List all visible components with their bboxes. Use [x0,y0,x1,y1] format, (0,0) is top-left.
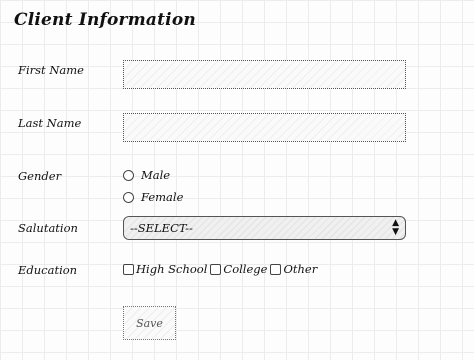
other-checkbox[interactable] [270,263,282,275]
high-school-checkbox[interactable] [123,263,134,275]
female-radio-label: Female [141,190,184,204]
female-radio[interactable] [123,191,134,203]
salutation-select[interactable]: --SELECT-- ▲ ▼ [123,216,406,240]
select-arrows-icon: ▲ ▼ [392,218,399,237]
first-name-input[interactable] [123,60,406,89]
salutation-label: Salutation [18,221,78,235]
last-name-input[interactable] [123,113,406,142]
male-radio-label: Male [141,168,171,182]
other-label: Other [283,262,318,276]
last-name-label: Last Name [18,116,82,130]
salutation-selected-value: --SELECT-- [130,221,193,235]
education-option-high-school[interactable]: High School [123,262,207,276]
education-options: High School College Other [123,262,320,276]
education-label: Education [18,263,78,277]
college-label: College [223,262,268,276]
high-school-label: High School [136,262,208,276]
gender-option-female[interactable]: Female [123,190,183,204]
first-name-label: First Name [18,63,84,77]
save-button[interactable]: Save [123,306,176,340]
form-title: Client Information [14,10,196,30]
college-checkbox[interactable] [210,263,222,275]
education-option-other[interactable]: Other [270,262,317,276]
male-radio[interactable] [123,169,134,181]
gender-option-male[interactable]: Male [123,168,170,182]
gender-label: Gender [18,169,62,183]
education-option-college[interactable]: College [210,262,267,276]
